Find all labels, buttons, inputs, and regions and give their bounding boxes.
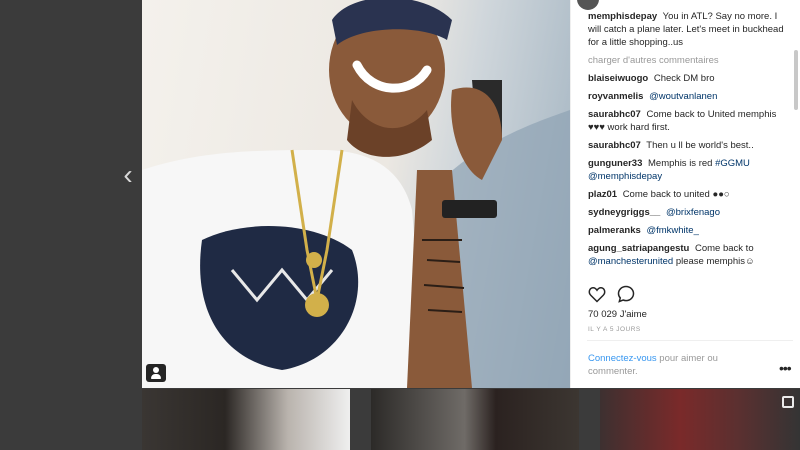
grid-thumbnail[interactable] bbox=[142, 389, 350, 450]
divider bbox=[587, 340, 793, 341]
comment-mention[interactable]: @woutvanlanen bbox=[649, 91, 717, 102]
comment-hashtag[interactable]: #GGMU bbox=[715, 158, 750, 169]
comment-mention[interactable]: @memphisdepay bbox=[588, 171, 662, 182]
user-tag-icon[interactable] bbox=[146, 364, 166, 382]
list-item: gunguner33 Memphis is red #GGMU @memphis… bbox=[588, 157, 793, 183]
comment-text: Check DM bro bbox=[653, 73, 715, 84]
chevron-left-icon[interactable]: ‹ bbox=[118, 161, 138, 189]
carousel-icon bbox=[782, 396, 794, 408]
comment-text: Come back to bbox=[695, 243, 754, 254]
list-item: saurabhc07 Come back to United memphis ♥… bbox=[588, 108, 793, 134]
comment-username[interactable]: saurabhc07 bbox=[588, 140, 641, 151]
comment-username[interactable]: agung_satriapangestu bbox=[588, 243, 689, 254]
list-item: sydneygriggs__ @brixfenago bbox=[588, 206, 793, 219]
comment-username[interactable]: palmeranks bbox=[588, 225, 641, 236]
list-item: agung_satriapangestu Come back to @manch… bbox=[588, 242, 793, 268]
load-more-comments-link[interactable]: charger d'autres commentaires bbox=[588, 54, 793, 67]
likes-count[interactable]: 70 029 J'aime bbox=[588, 309, 647, 320]
caption: memphisdepay You in ATL? Say no more. I … bbox=[588, 10, 793, 49]
login-prompt: Connectez-vous pour aimer ou commenter. bbox=[588, 352, 758, 378]
heart-icon[interactable] bbox=[587, 284, 607, 304]
comment-username[interactable]: saurabhc07 bbox=[588, 109, 641, 120]
caption-username[interactable]: memphisdepay bbox=[588, 11, 657, 22]
comment-mention[interactable]: @brixfenago bbox=[666, 207, 720, 218]
post-side-panel: memphisdepay You in ATL? Say no more. I … bbox=[570, 0, 800, 388]
post-photo bbox=[142, 0, 570, 388]
post-timestamp: IL Y A 5 JOURS bbox=[588, 326, 641, 333]
comment-text: Memphis is red bbox=[648, 158, 716, 169]
comment-text: Then u ll be world's best.. bbox=[646, 140, 754, 151]
post-actions bbox=[587, 284, 792, 304]
more-options-button[interactable]: ••• bbox=[779, 360, 792, 376]
grid-thumbnail[interactable] bbox=[371, 389, 579, 450]
comment-username[interactable]: royvanmelis bbox=[588, 91, 643, 102]
comment-text: Come back to united ●●○ bbox=[622, 189, 730, 200]
comment-mention[interactable]: @fmkwhite_ bbox=[646, 225, 698, 236]
comment-username[interactable]: gunguner33 bbox=[588, 158, 642, 169]
list-item: royvanmelis @woutvanlanen bbox=[588, 90, 793, 103]
comment-mention[interactable]: @manchesterunited bbox=[588, 256, 673, 267]
comment-username[interactable]: sydneygriggs__ bbox=[588, 207, 660, 218]
grid-thumbnail[interactable] bbox=[600, 389, 800, 450]
comment-username[interactable]: plaz01 bbox=[588, 189, 617, 200]
login-link[interactable]: Connectez-vous bbox=[588, 353, 657, 364]
comments-scrollbar[interactable] bbox=[794, 50, 798, 110]
comment-list[interactable]: memphisdepay You in ATL? Say no more. I … bbox=[588, 10, 793, 278]
comment-icon[interactable] bbox=[616, 284, 636, 304]
photo-illustration bbox=[142, 0, 570, 388]
list-item: saurabhc07 Then u ll be world's best.. bbox=[588, 139, 793, 152]
comment-text-after: please memphis☺ bbox=[675, 256, 755, 267]
list-item: blaiseiwuogo Check DM bro bbox=[588, 72, 793, 85]
comment-username[interactable]: blaiseiwuogo bbox=[588, 73, 648, 84]
list-item: plaz01 Come back to united ●●○ bbox=[588, 188, 793, 201]
list-item: palmeranks @fmkwhite_ bbox=[588, 224, 793, 237]
